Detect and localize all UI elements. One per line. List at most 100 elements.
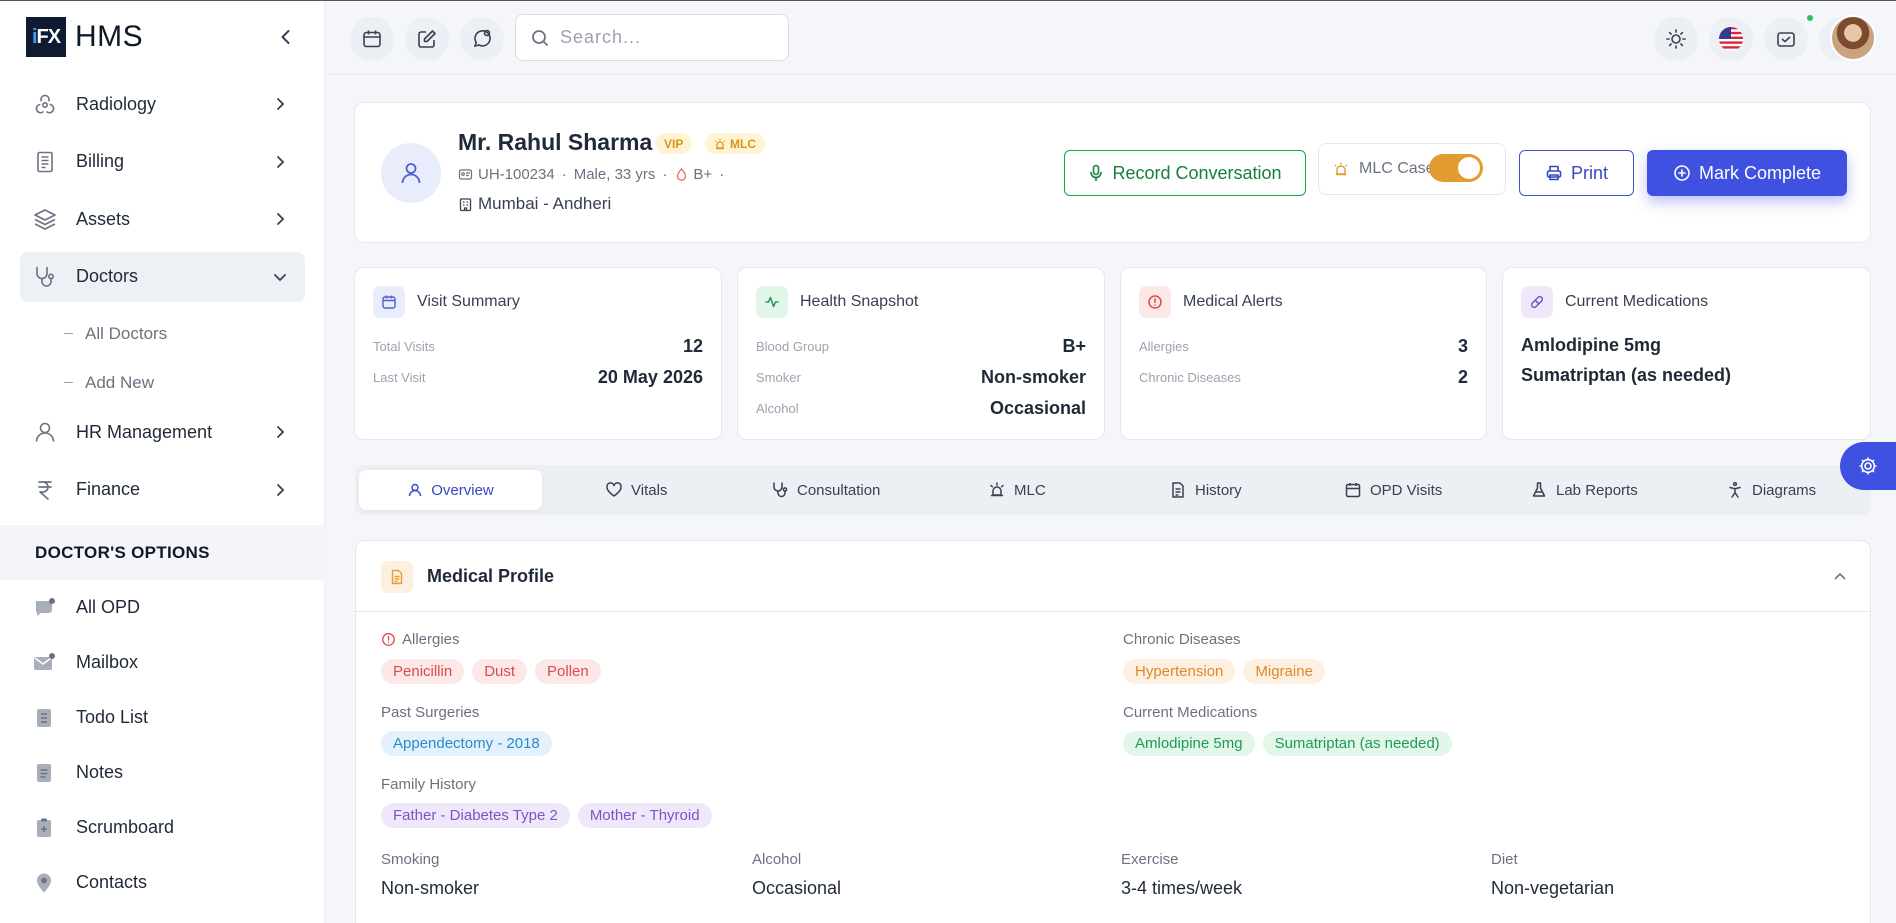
stat-key: Total Visits	[373, 339, 435, 354]
stat-row: Allergies 3	[1139, 336, 1468, 357]
chevron-right-icon	[271, 95, 289, 113]
mail-open-icon	[1777, 32, 1795, 47]
medical-profile-card: Medical Profile Allergies Penicillin Dus…	[355, 540, 1871, 923]
calendar-button[interactable]	[350, 17, 394, 61]
sidebar-item-scrumboard[interactable]: Scrumboard	[20, 800, 305, 855]
alert-circle-icon	[382, 633, 395, 646]
siren-icon	[1334, 162, 1348, 176]
sidebar-item-all-opd[interactable]: All OPD	[20, 580, 305, 635]
stat-key: Blood Group	[756, 339, 829, 354]
separator: ·	[561, 166, 567, 183]
habit-value-diet: Non-vegetarian	[1491, 878, 1615, 898]
collapse-sidebar-chevron-left-icon[interactable]	[276, 27, 296, 47]
chronic-diseases-chips: Hypertension Migraine	[1123, 659, 1325, 684]
siren-icon	[715, 138, 725, 149]
print-button[interactable]: Print	[1519, 150, 1634, 196]
chevron-right-icon	[271, 153, 289, 171]
patient-gender-age: Male, 33 yrs	[573, 166, 656, 183]
allergies-chips: Penicillin Dust Pollen	[381, 659, 601, 684]
print-label: Print	[1570, 162, 1608, 183]
medical-profile-header[interactable]: Medical Profile	[356, 541, 1870, 612]
patient-tabs: Overview Vitals Consultation MLC History…	[355, 465, 1871, 515]
sidebar-item-todo-list[interactable]: Todo List	[20, 690, 305, 745]
sidebar-item-label: Radiology	[76, 93, 157, 114]
siren-icon	[990, 482, 1004, 497]
user-avatar[interactable]	[1830, 15, 1876, 61]
tab-diagrams[interactable]: Diagrams	[1726, 470, 1816, 510]
surgery-chip: Appendectomy - 2018	[381, 731, 552, 756]
stat-key: Smoker	[756, 370, 801, 385]
id-card-icon	[458, 169, 473, 180]
search-input[interactable]	[560, 27, 760, 48]
tab-opd-visits[interactable]: OPD Visits	[1344, 470, 1442, 510]
stat-value: Non-smoker	[980, 367, 1086, 387]
calendar-icon	[1345, 483, 1361, 498]
allergy-chip: Pollen	[535, 659, 601, 684]
allergies-label: Allergies	[381, 631, 460, 648]
mlc-case-label: MLC Case	[1359, 160, 1435, 177]
chevron-down-icon	[271, 268, 289, 286]
tab-history[interactable]: History	[1169, 470, 1242, 510]
stat-row: Total Visits 12	[373, 336, 703, 357]
tab-label: Diagrams	[1752, 481, 1817, 499]
medical-profile-title: Medical Profile	[427, 566, 555, 586]
sidebar-item-billing[interactable]: Billing	[20, 137, 305, 187]
mlc-case-toggle[interactable]	[1429, 154, 1483, 182]
edit-button[interactable]	[405, 17, 449, 61]
tab-label: History	[1195, 481, 1242, 499]
patient-meta: UH-100234 · Male, 33 yrs · B+ ·	[458, 166, 731, 183]
record-conversation-button[interactable]: Record Conversation	[1064, 150, 1306, 196]
layers-icon	[32, 206, 58, 232]
habit-value-smoking: Non-smoker	[381, 878, 480, 898]
dash-icon	[64, 332, 73, 335]
tab-vitals[interactable]: Vitals	[605, 470, 667, 510]
edit-icon	[418, 30, 436, 48]
sidebar-item-finance[interactable]: Finance	[20, 465, 305, 515]
document-icon	[381, 561, 413, 593]
sidebar-item-hr-management[interactable]: HR Management	[20, 407, 305, 457]
messages-button[interactable]	[1764, 17, 1808, 61]
search-box[interactable]	[515, 14, 789, 61]
sidebar-item-assets[interactable]: Assets	[20, 194, 305, 244]
blood-drop-icon	[677, 168, 687, 181]
settings-gear-button[interactable]	[1840, 442, 1896, 490]
tab-overview[interactable]: Overview	[359, 470, 542, 510]
habit-value-exercise: 3-4 times/week	[1121, 878, 1243, 898]
theme-toggle-button[interactable]	[1654, 17, 1698, 61]
sidebar-item-doctors[interactable]: Doctors	[20, 251, 305, 302]
chat-button[interactable]	[460, 17, 504, 61]
stat-row: Chronic Diseases 2	[1139, 367, 1468, 388]
patient-blood-group: B+	[693, 166, 713, 183]
sidebar-item-radiology[interactable]: Radiology	[20, 79, 305, 129]
sidebar-subitem-add-new[interactable]: Add New	[20, 358, 305, 407]
tab-mlc[interactable]: MLC	[988, 470, 1046, 510]
card-header: Visit Summary	[373, 286, 520, 318]
calendar-icon	[373, 286, 405, 318]
tab-label: Consultation	[797, 481, 881, 499]
stat-row: Last Visit 20 May 2026	[373, 367, 703, 388]
past-surgeries-label: Past Surgeries	[381, 704, 480, 721]
chevron-up-icon[interactable]	[1832, 568, 1848, 584]
mark-complete-button[interactable]: Mark Complete	[1647, 150, 1847, 196]
card-header: Health Snapshot	[756, 286, 918, 318]
app-logo[interactable]: i FX HMS	[26, 17, 143, 57]
habit-label-smoking: Smoking	[381, 851, 440, 868]
stat-value: 2	[1457, 367, 1468, 387]
sidebar-item-contacts[interactable]: Contacts	[20, 855, 305, 910]
medication-item: Sumatriptan (as needed)	[1521, 365, 1732, 385]
notes-icon	[32, 761, 56, 785]
card-title: Current Medications	[1565, 293, 1709, 310]
sidebar-subitem-all-doctors[interactable]: All Doctors	[20, 309, 305, 358]
tab-consultation[interactable]: Consultation	[771, 470, 880, 510]
chronic-diseases-label: Chronic Diseases	[1123, 631, 1241, 648]
stat-key: Alcohol	[756, 401, 799, 416]
language-button[interactable]	[1709, 17, 1753, 61]
stat-value: Occasional	[989, 398, 1086, 418]
sun-icon	[1666, 29, 1686, 49]
sidebar-item-notes[interactable]: Notes	[20, 745, 305, 800]
tab-lab-reports[interactable]: Lab Reports	[1530, 470, 1638, 510]
activity-icon	[756, 286, 788, 318]
card-title: Medical Alerts	[1183, 293, 1283, 310]
sidebar-item-mailbox[interactable]: Mailbox	[20, 635, 305, 690]
mlc-badge-label: MLC	[730, 136, 756, 151]
